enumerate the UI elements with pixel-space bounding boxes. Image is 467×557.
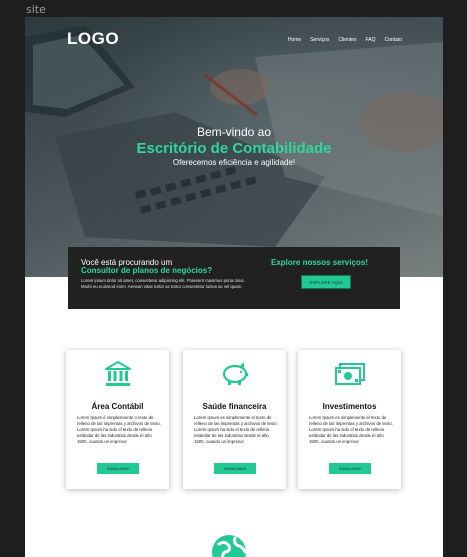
bank-icon bbox=[66, 360, 169, 388]
money-icon bbox=[298, 360, 401, 388]
nav-home[interactable]: Home bbox=[288, 37, 301, 43]
globe-icon bbox=[209, 532, 249, 557]
explore-button[interactable]: EXPLORE AQUI bbox=[301, 275, 351, 289]
hero-welcome: Bem-vindo ao bbox=[196, 125, 272, 139]
nav-contato[interactable]: Contato bbox=[384, 37, 402, 43]
hero-banner: LOGO Home Serviços Clientes FAQ Contato … bbox=[25, 17, 443, 277]
card-title: Área Contábil bbox=[91, 402, 144, 411]
card-body: Lorem Ipsum es simplemente el texto de r… bbox=[194, 415, 278, 444]
nav-faq[interactable]: FAQ bbox=[365, 37, 375, 43]
card-body: Lorem Ipsum es simplemente el texto de r… bbox=[309, 415, 393, 444]
nav-clientes[interactable]: Clientes bbox=[338, 37, 356, 43]
card-title: Investimentos bbox=[322, 402, 377, 411]
saiba-mais-button[interactable]: SAIBA MAIS bbox=[97, 463, 139, 474]
saiba-mais-button[interactable]: SAIBA MAIS bbox=[329, 463, 371, 474]
service-card-contabil: Área Contábil Lorem Ipsum é simplesmente… bbox=[66, 350, 169, 489]
saiba-mais-button[interactable]: SAIBA MAIS bbox=[214, 463, 256, 474]
service-card-saude: Saúde financeira Lorem Ipsum es simpleme… bbox=[183, 350, 286, 489]
cta-explore-heading: Explore nossos serviços! bbox=[271, 258, 368, 267]
canvas-frame-label[interactable]: site bbox=[26, 3, 46, 16]
cta-bar: Você está procurando um Consultor de pla… bbox=[68, 247, 400, 309]
service-card-investimentos: Investimentos Lorem Ipsum es simplemente… bbox=[298, 350, 401, 489]
logo[interactable]: LOGO bbox=[67, 29, 119, 49]
hero-tagline: Oferecemos eficiência e agilidade! bbox=[172, 158, 296, 167]
card-title: Saúde financeira bbox=[202, 402, 267, 411]
piggy-bank-icon bbox=[183, 360, 286, 388]
hero-text: Bem-vindo ao Escritório de Contabilidade… bbox=[25, 125, 443, 167]
cta-line2: Consultor de planos de negócios? bbox=[81, 266, 213, 275]
nav-servicos[interactable]: Serviços bbox=[310, 37, 329, 43]
card-body: Lorem Ipsum é simplesmente o texto de re… bbox=[77, 415, 161, 444]
cta-body: Lorem ipsum dolor sit amet, consectetur … bbox=[81, 278, 245, 289]
site-frame: LOGO Home Serviços Clientes FAQ Contato … bbox=[25, 17, 443, 557]
main-nav: Home Serviços Clientes FAQ Contato bbox=[288, 37, 402, 43]
hero-title: Escritório de Contabilidade bbox=[136, 140, 332, 157]
